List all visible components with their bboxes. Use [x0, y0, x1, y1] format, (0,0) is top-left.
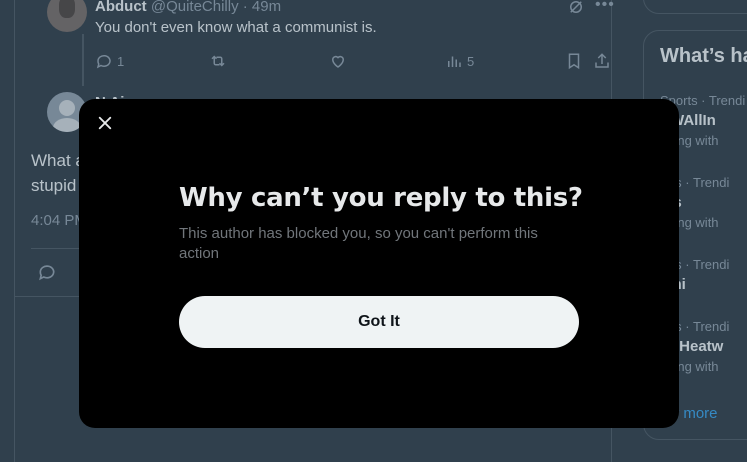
dialog-description: This author has blocked you, so you can'… — [179, 225, 538, 262]
reply-restricted-dialog: Why can’t you reply to this? This author… — [79, 99, 679, 428]
dialog-title: Why can’t you reply to this? — [179, 183, 583, 213]
got-it-button[interactable]: Got It — [179, 296, 579, 348]
close-icon — [98, 116, 112, 130]
close-button[interactable] — [91, 109, 119, 137]
